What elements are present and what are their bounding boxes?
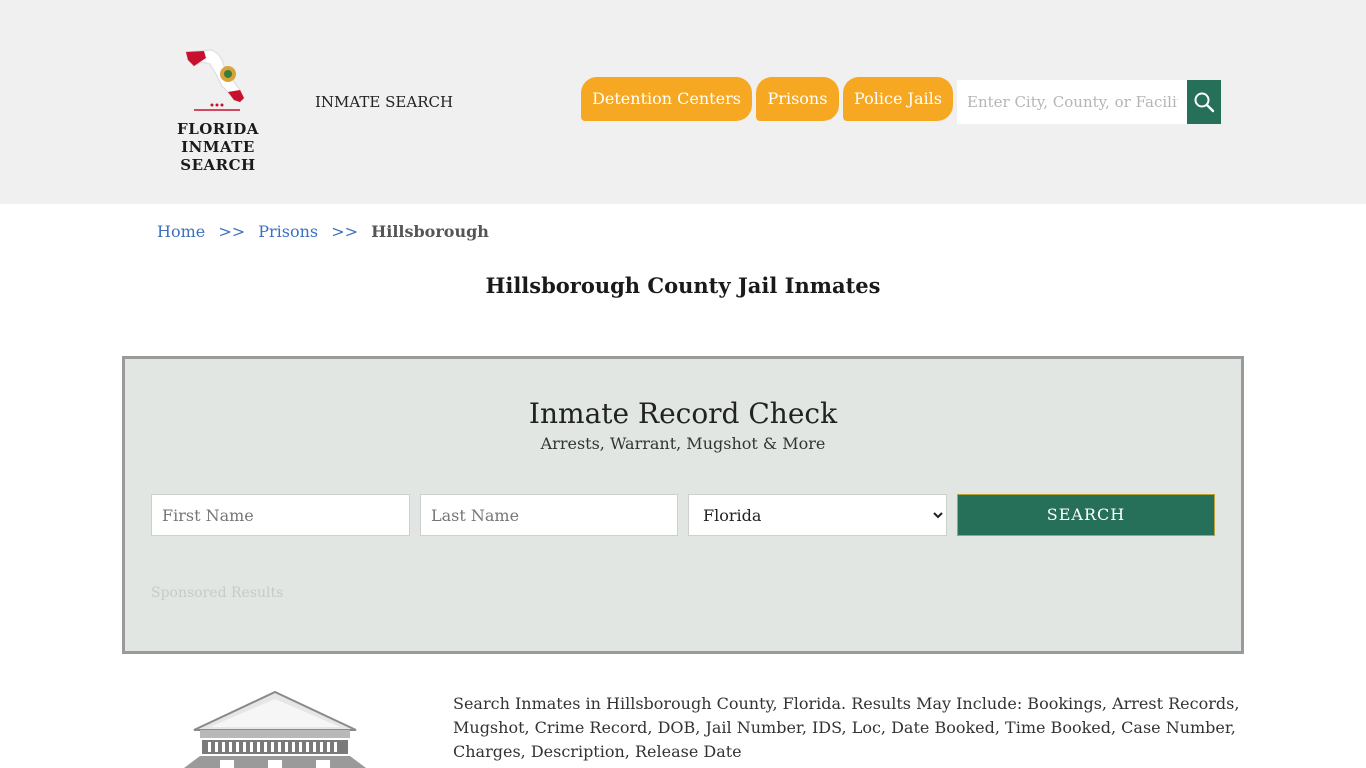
breadcrumb-separator: >>: [331, 222, 359, 241]
site-logo[interactable]: FLORIDA INMATE SEARCH: [148, 44, 288, 174]
nav-police-jails[interactable]: Police Jails: [843, 77, 953, 121]
facility-search-button[interactable]: [1187, 80, 1221, 124]
breadcrumb-current: Hillsborough: [371, 222, 489, 241]
county-description: Search Inmates in Hillsborough County, F…: [453, 694, 1240, 761]
last-name-input[interactable]: [421, 495, 677, 535]
state-select[interactable]: Florida: [689, 495, 946, 535]
site-header: FLORIDA INMATE SEARCH INMATE SEARCH Dete…: [0, 0, 1366, 204]
state-field: Florida: [688, 494, 947, 536]
breadcrumb: Home >> Prisons >> Hillsborough: [157, 222, 489, 241]
sponsored-results-label: Sponsored Results: [151, 585, 284, 601]
breadcrumb-separator: >>: [218, 222, 246, 241]
logo-text-line2: INMATE SEARCH: [180, 138, 256, 174]
first-name-input[interactable]: [152, 495, 409, 535]
magnifier-icon: [1194, 92, 1215, 113]
record-check-title: Inmate Record Check: [528, 397, 838, 430]
breadcrumb-home[interactable]: Home: [157, 222, 205, 241]
last-name-field: [420, 494, 678, 536]
nav-prisons[interactable]: Prisons: [756, 77, 839, 121]
florida-map-icon: [185, 49, 245, 111]
first-name-field: [151, 494, 410, 536]
breadcrumb-prisons[interactable]: Prisons: [258, 222, 318, 241]
facility-search-field: [957, 80, 1188, 124]
site-title-link[interactable]: INMATE SEARCH: [315, 93, 453, 111]
search-button[interactable]: SEARCH: [957, 494, 1215, 536]
inmate-record-check-panel: Inmate Record Check Arrests, Warrant, Mu…: [122, 356, 1244, 654]
nav-detention-centers[interactable]: Detention Centers: [581, 77, 752, 121]
logo-text-line1: FLORIDA: [177, 120, 259, 138]
page-title: Hillsborough County Jail Inmates: [485, 273, 881, 298]
facility-search-input[interactable]: [957, 80, 1188, 124]
courthouse-icon: [184, 690, 366, 768]
record-check-subtitle: Arrests, Warrant, Mugshot & More: [540, 434, 826, 453]
